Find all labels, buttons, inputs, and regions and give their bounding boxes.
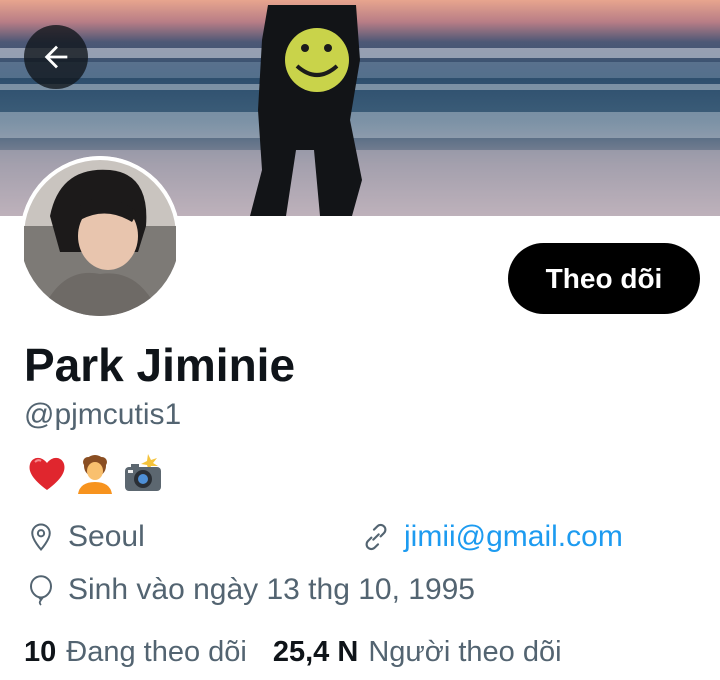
birthday-text: Sinh vào ngày 13 thg 10, 1995 [68,573,475,606]
avatar[interactable] [20,156,180,316]
camera-flash-emoji-icon [125,454,161,491]
profile-bio [26,452,164,494]
follow-button[interactable]: Theo dõi [508,243,700,314]
following-stat[interactable]: 10 Đang theo dõi [24,636,247,669]
location-pin-icon [31,523,51,551]
follow-stats: 10 Đang theo dõi 25,4 N Người theo dõi [24,636,562,669]
balloon-icon [29,575,53,606]
avatar-photo [20,156,180,316]
location-row: Seoul [26,520,145,554]
followers-stat[interactable]: 25,4 N Người theo dõi [273,636,562,669]
back-button[interactable] [24,25,88,89]
following-label: Đang theo dõi [66,636,247,668]
location-text: Seoul [68,520,145,553]
person-curly-hair-emoji-icon [78,455,112,494]
website-link[interactable]: jimii@gmail.com [404,520,623,554]
profile-handle: @pjmcutis1 [24,398,182,431]
following-count: 10 [24,636,57,668]
heart-emoji-icon [29,457,65,490]
profile-name: Park Jiminie [24,339,296,391]
birthday-row: Sinh vào ngày 13 thg 10, 1995 [26,573,475,607]
website-row[interactable]: jimii@gmail.com [360,520,623,554]
link-icon [365,523,387,551]
arrow-left-icon [44,45,68,69]
followers-label: Người theo dõi [368,636,562,668]
followers-count: 25,4 N [272,636,359,668]
